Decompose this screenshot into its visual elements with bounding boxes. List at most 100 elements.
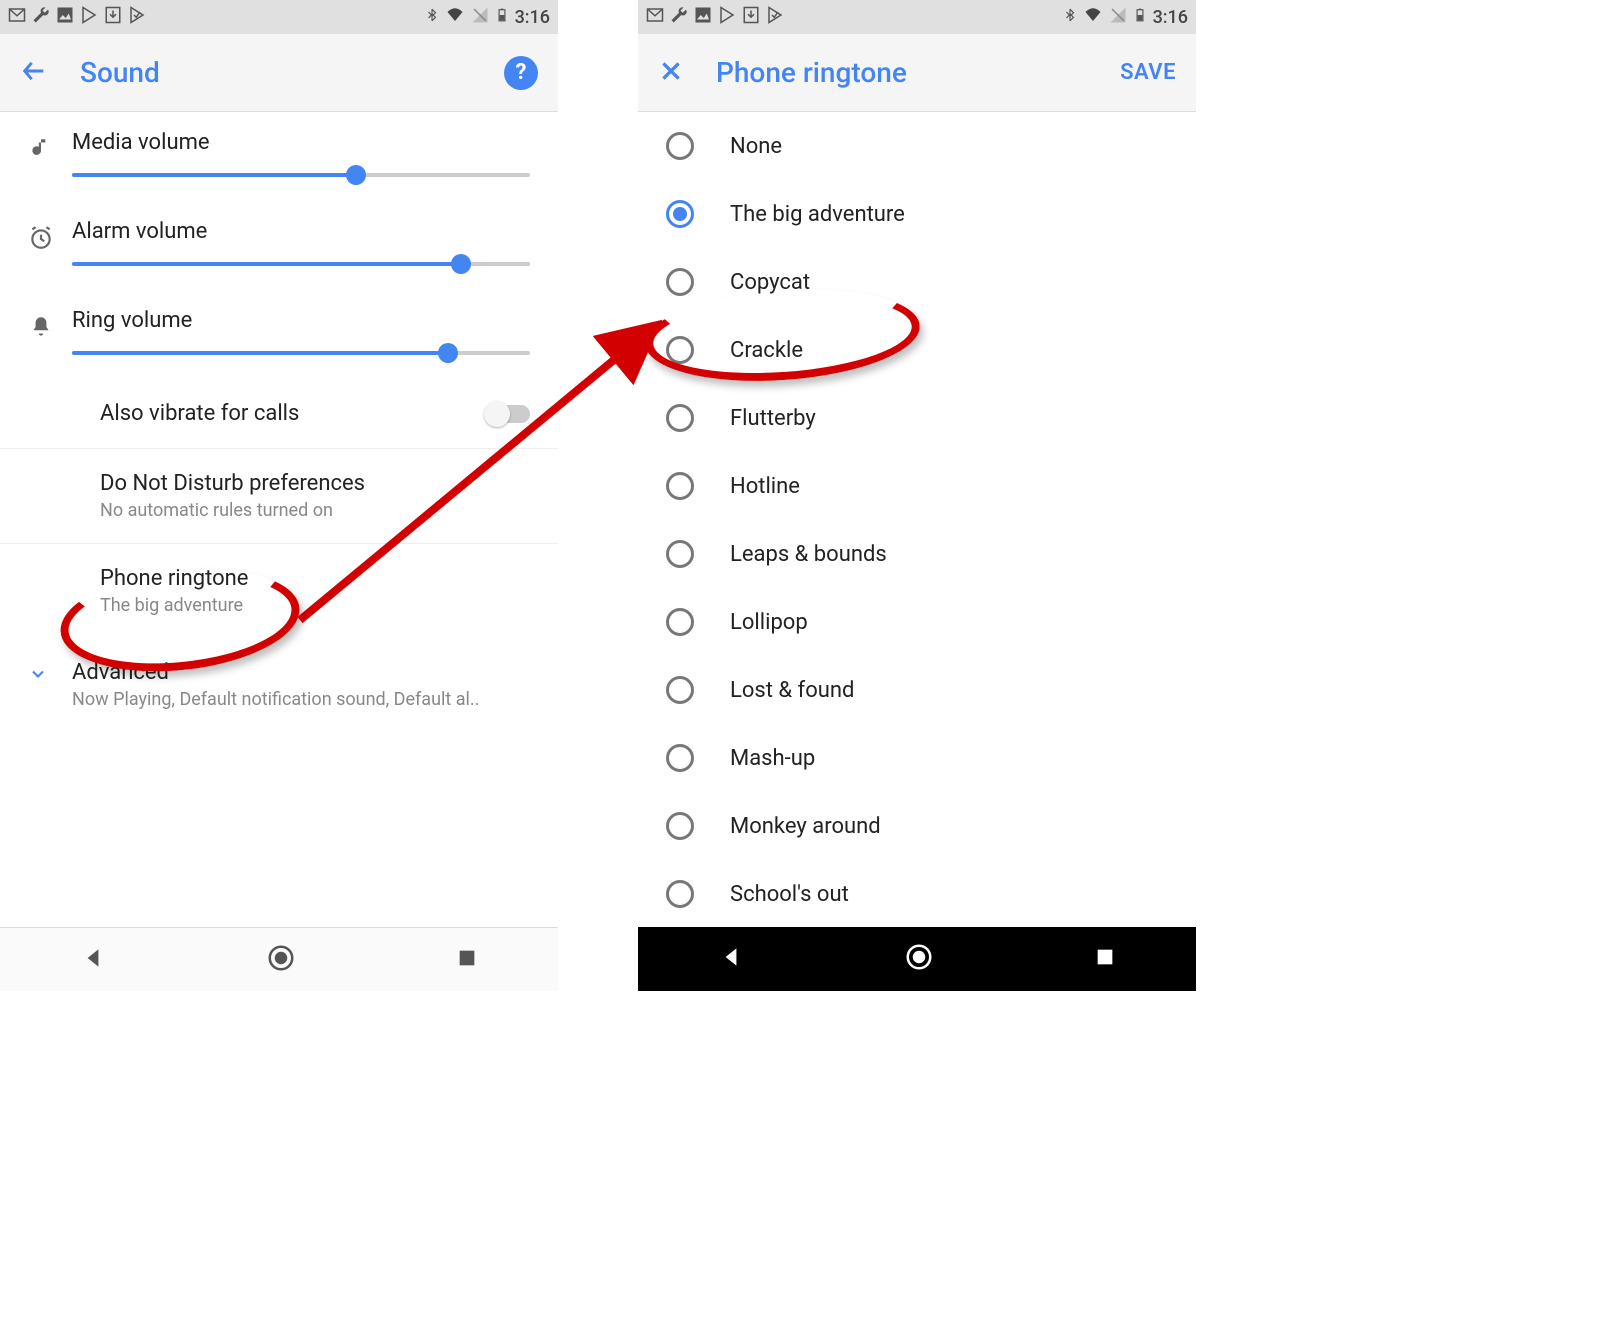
page-title: Phone ringtone — [716, 56, 1120, 89]
radio-button[interactable] — [666, 880, 694, 908]
nav-bar — [638, 927, 1196, 991]
nav-back-icon[interactable] — [718, 944, 744, 974]
nav-home-icon[interactable] — [904, 942, 934, 976]
save-button[interactable]: SAVE — [1120, 60, 1176, 85]
image-icon — [694, 6, 712, 29]
ringtone-option[interactable]: Lost & found — [638, 656, 1196, 724]
play-check-icon — [766, 6, 784, 29]
gmail-icon — [8, 6, 26, 29]
radio-button[interactable] — [666, 608, 694, 636]
chevron-down-icon — [28, 660, 72, 710]
ringtone-option[interactable]: Copycat — [638, 248, 1196, 316]
ringtone-option[interactable]: Crackle — [638, 316, 1196, 384]
status-time: 3:16 — [515, 7, 550, 28]
back-icon[interactable] — [20, 57, 48, 89]
ringtone-option[interactable]: School's out — [638, 860, 1196, 927]
play-icon — [718, 6, 736, 29]
radio-button[interactable] — [666, 472, 694, 500]
ringtone-label: Leaps & bounds — [730, 542, 887, 567]
wifi-icon — [1083, 6, 1103, 29]
ringtone-option[interactable]: The big adventure — [638, 180, 1196, 248]
ringtone-label: Monkey around — [730, 814, 881, 839]
wrench-icon — [32, 6, 50, 29]
media-volume-slider[interactable] — [72, 173, 530, 177]
ringtone-title: Phone ringtone — [100, 566, 248, 591]
nav-home-icon[interactable] — [266, 943, 296, 977]
media-volume-row: Media volume — [0, 112, 558, 201]
ringtone-label: Copycat — [730, 270, 810, 295]
radio-button[interactable] — [666, 200, 694, 228]
alarm-volume-slider[interactable] — [72, 262, 530, 266]
dnd-title: Do Not Disturb preferences — [100, 471, 365, 496]
radio-button[interactable] — [666, 132, 694, 160]
alarm-volume-row: Alarm volume — [0, 201, 558, 290]
ringtone-label: Crackle — [730, 338, 803, 363]
battery-icon — [1133, 6, 1147, 29]
alarm-icon — [28, 219, 72, 255]
advanced-row[interactable]: Advanced Now Playing, Default notificati… — [0, 638, 558, 732]
status-bar: 3:16 — [0, 0, 558, 34]
status-icons-left — [8, 6, 146, 29]
right-phone-ringtone-picker: 3:16 Phone ringtone SAVE None The big adv… — [638, 0, 1196, 991]
ringtone-option[interactable]: Leaps & bounds — [638, 520, 1196, 588]
no-signal-icon — [471, 6, 489, 29]
close-icon[interactable] — [658, 58, 684, 88]
bell-icon — [28, 308, 72, 344]
wrench-icon — [670, 6, 688, 29]
ring-volume-slider[interactable] — [72, 351, 530, 355]
vibrate-label: Also vibrate for calls — [100, 401, 486, 426]
image-icon — [56, 6, 74, 29]
radio-button[interactable] — [666, 676, 694, 704]
ringtone-option[interactable]: Lollipop — [638, 588, 1196, 656]
radio-button[interactable] — [666, 744, 694, 772]
radio-button[interactable] — [666, 812, 694, 840]
download-icon — [742, 6, 760, 29]
ringtone-label: The big adventure — [730, 202, 905, 227]
vibrate-row[interactable]: Also vibrate for calls — [0, 379, 558, 449]
nav-bar — [0, 927, 558, 991]
vibrate-toggle[interactable] — [486, 405, 530, 423]
ringtone-option[interactable]: Mash-up — [638, 724, 1196, 792]
ringtone-sub: The big adventure — [100, 595, 248, 616]
radio-button[interactable] — [666, 404, 694, 432]
nav-back-icon[interactable] — [80, 945, 106, 975]
ringtone-label: Mash-up — [730, 746, 815, 771]
ringtone-label: Lost & found — [730, 678, 854, 703]
ringtone-option[interactable]: Monkey around — [638, 792, 1196, 860]
status-icons-right: 3:16 — [425, 6, 550, 29]
ringtone-label: Flutterby — [730, 406, 816, 431]
play-check-icon — [128, 6, 146, 29]
radio-button[interactable] — [666, 540, 694, 568]
ringtone-label: Lollipop — [730, 610, 808, 635]
ringtone-label: None — [730, 134, 782, 159]
status-bar: 3:16 — [638, 0, 1196, 34]
status-icons-right: 3:16 — [1063, 6, 1188, 29]
ring-volume-row: Ring volume — [0, 290, 558, 379]
status-icons-left — [646, 6, 784, 29]
app-bar: Phone ringtone SAVE — [638, 34, 1196, 112]
media-volume-label: Media volume — [72, 130, 530, 155]
settings-list: Media volume Alarm volume — [0, 112, 558, 927]
advanced-sub: Now Playing, Default notification sound,… — [72, 689, 479, 710]
dnd-row[interactable]: Do Not Disturb preferences No automatic … — [0, 449, 558, 544]
page-title: Sound — [80, 56, 504, 89]
help-icon[interactable]: ? — [504, 56, 538, 90]
status-time: 3:16 — [1153, 7, 1188, 28]
nav-recents-icon[interactable] — [456, 947, 478, 973]
left-phone-sound-settings: 3:16 Sound ? Media volume — [0, 0, 558, 991]
bluetooth-icon — [1063, 6, 1077, 29]
ringtone-option[interactable]: None — [638, 112, 1196, 180]
wifi-icon — [445, 6, 465, 29]
battery-icon — [495, 6, 509, 29]
radio-button[interactable] — [666, 336, 694, 364]
advanced-title: Advanced — [72, 660, 479, 685]
no-signal-icon — [1109, 6, 1127, 29]
play-icon — [80, 6, 98, 29]
phone-ringtone-row[interactable]: Phone ringtone The big adventure — [0, 544, 558, 638]
bluetooth-icon — [425, 6, 439, 29]
ringtone-option[interactable]: Flutterby — [638, 384, 1196, 452]
nav-recents-icon[interactable] — [1094, 946, 1116, 972]
radio-button[interactable] — [666, 268, 694, 296]
ringtone-option[interactable]: Hotline — [638, 452, 1196, 520]
ringtone-list[interactable]: None The big adventure Copycat Crackle Flutt… — [638, 112, 1196, 927]
